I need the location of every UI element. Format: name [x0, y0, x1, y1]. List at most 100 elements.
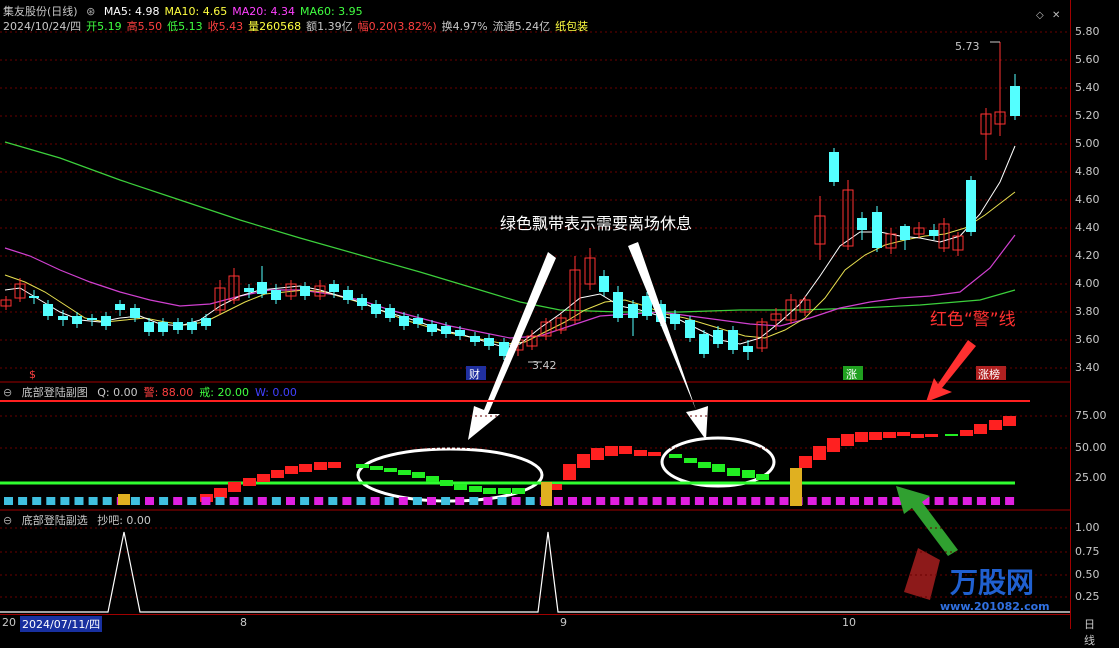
indicator-bar [426, 476, 439, 482]
axis-tick: 5.80 [1075, 25, 1100, 38]
indicator-bar [498, 488, 511, 494]
indicator-panel-header: ⊖ 底部登陆副图 Q: 0.00 警: 88.00 戒: 20.00 W: 0.00 [3, 384, 303, 400]
candle-body-down [72, 316, 82, 324]
indicator-bar [271, 470, 284, 478]
candle-body-down [371, 304, 381, 314]
signal-square [807, 497, 817, 505]
indicator-bar [698, 462, 711, 468]
candle-body-down [743, 346, 753, 352]
indicator-bar [799, 456, 812, 468]
axis-tick: 5.60 [1075, 53, 1100, 66]
candle-body-down [101, 316, 111, 326]
candle-body-down [187, 322, 197, 330]
signal-square [215, 497, 225, 505]
signal-square [384, 497, 394, 505]
candle-body-down [628, 304, 638, 318]
candle-body-down [484, 338, 494, 346]
year-prefix: 20 [2, 616, 16, 629]
signal-panel-header: ⊖ 底部登陆副选 抄吧: 0.00 [3, 512, 157, 528]
axis-tick: 0.25 [1075, 590, 1100, 603]
indicator-bar [483, 488, 496, 494]
signal-square [159, 497, 169, 505]
candle-body-down [713, 330, 723, 344]
signal-square [596, 497, 606, 505]
marker-zhang[interactable]: 涨 [846, 368, 857, 381]
indicator-bar [314, 462, 327, 470]
signal-square [102, 497, 112, 505]
axis-tick: 5.40 [1075, 81, 1100, 94]
marker-cai[interactable]: 财 [469, 367, 480, 381]
signal-indicator-name[interactable]: 底部登陆副选 [22, 514, 88, 527]
signal-square [511, 497, 521, 505]
indicator-bar [897, 432, 910, 436]
candle-body-down [1010, 86, 1020, 116]
indicator-bar [841, 434, 854, 446]
signal-square [666, 497, 676, 505]
signal-square [4, 497, 13, 505]
signal-square [976, 497, 986, 505]
candle-body-down [130, 308, 140, 318]
signal-square [483, 497, 493, 505]
candle-body-down [158, 322, 168, 332]
candle-body-down [329, 284, 339, 292]
signal-square [201, 497, 211, 505]
signal-square [398, 497, 408, 505]
signal-square [427, 497, 436, 505]
signal-square [779, 497, 789, 505]
candle-body-down [929, 230, 939, 236]
indicator-bar [328, 462, 341, 468]
collapse-icon[interactable]: ⊖ [3, 514, 12, 527]
red-arrow [926, 340, 976, 402]
green-band-note: 绿色飘带表示需要离场休息 [500, 214, 692, 233]
candle-body-down [685, 320, 695, 338]
indicator-value: 抄吧: 0.00 [97, 514, 151, 527]
signal-square [652, 497, 662, 505]
signal-square [709, 497, 718, 505]
signal-square [32, 497, 42, 505]
indicator-bar [869, 432, 882, 440]
indicator-bar [257, 474, 270, 482]
indicator-bar [634, 450, 647, 456]
chart-canvas[interactable]: 5.73 3.42 $ 财 涨 涨榜 绿色飘带表示需要离场休息 红色“警”线 万… [0, 0, 1070, 614]
watermark-url: www.201082.com [940, 600, 1050, 613]
axis-tick: 3.40 [1075, 361, 1100, 374]
collapse-icon[interactable]: ⊖ [3, 386, 12, 399]
watermark-brand: 万股网 [950, 566, 1034, 599]
axis-tick: 0.75 [1075, 545, 1100, 558]
indicator-bar [454, 484, 467, 490]
red-arrow-stub [904, 548, 940, 600]
axis-tick: 0.50 [1075, 568, 1100, 581]
cursor-date[interactable]: 2024/07/11/四 [20, 616, 103, 632]
signal-square [680, 497, 690, 505]
indicator-value: Q: 0.00 [97, 386, 138, 399]
candle-body-down [244, 288, 254, 292]
signal-square [934, 497, 944, 505]
axis-tick: 4.40 [1075, 221, 1100, 234]
candle-body-down [399, 316, 409, 326]
indicator-bar [945, 434, 958, 436]
marker-s[interactable]: $ [29, 368, 36, 381]
indicator-bar [243, 478, 256, 486]
candle-body-down [300, 286, 310, 296]
axis-tick: 4.80 [1075, 165, 1100, 178]
candle-body-down [29, 296, 39, 298]
marker-zhangbang[interactable]: 涨榜 [978, 367, 1000, 381]
signal-square [271, 497, 281, 505]
axis-tick: 5.00 [1075, 137, 1100, 150]
indicator-name[interactable]: 底部登陆副图 [22, 386, 88, 399]
indicator-bar [384, 468, 397, 472]
candle-body-down [385, 308, 395, 318]
period-label[interactable]: 日线 [1084, 616, 1095, 648]
candle-body-down [343, 290, 353, 300]
candle-body-down [43, 304, 53, 316]
indicator-bar [214, 488, 227, 498]
main-grid [0, 31, 1070, 369]
indicator-bar [727, 468, 740, 476]
indicator-bar [577, 454, 590, 468]
indicator-bar [563, 464, 576, 480]
candle-body-down [900, 226, 910, 240]
candle-body-down [599, 276, 609, 292]
candle-body-down [613, 292, 623, 318]
signal-square [243, 497, 253, 505]
signal-square [300, 497, 310, 505]
